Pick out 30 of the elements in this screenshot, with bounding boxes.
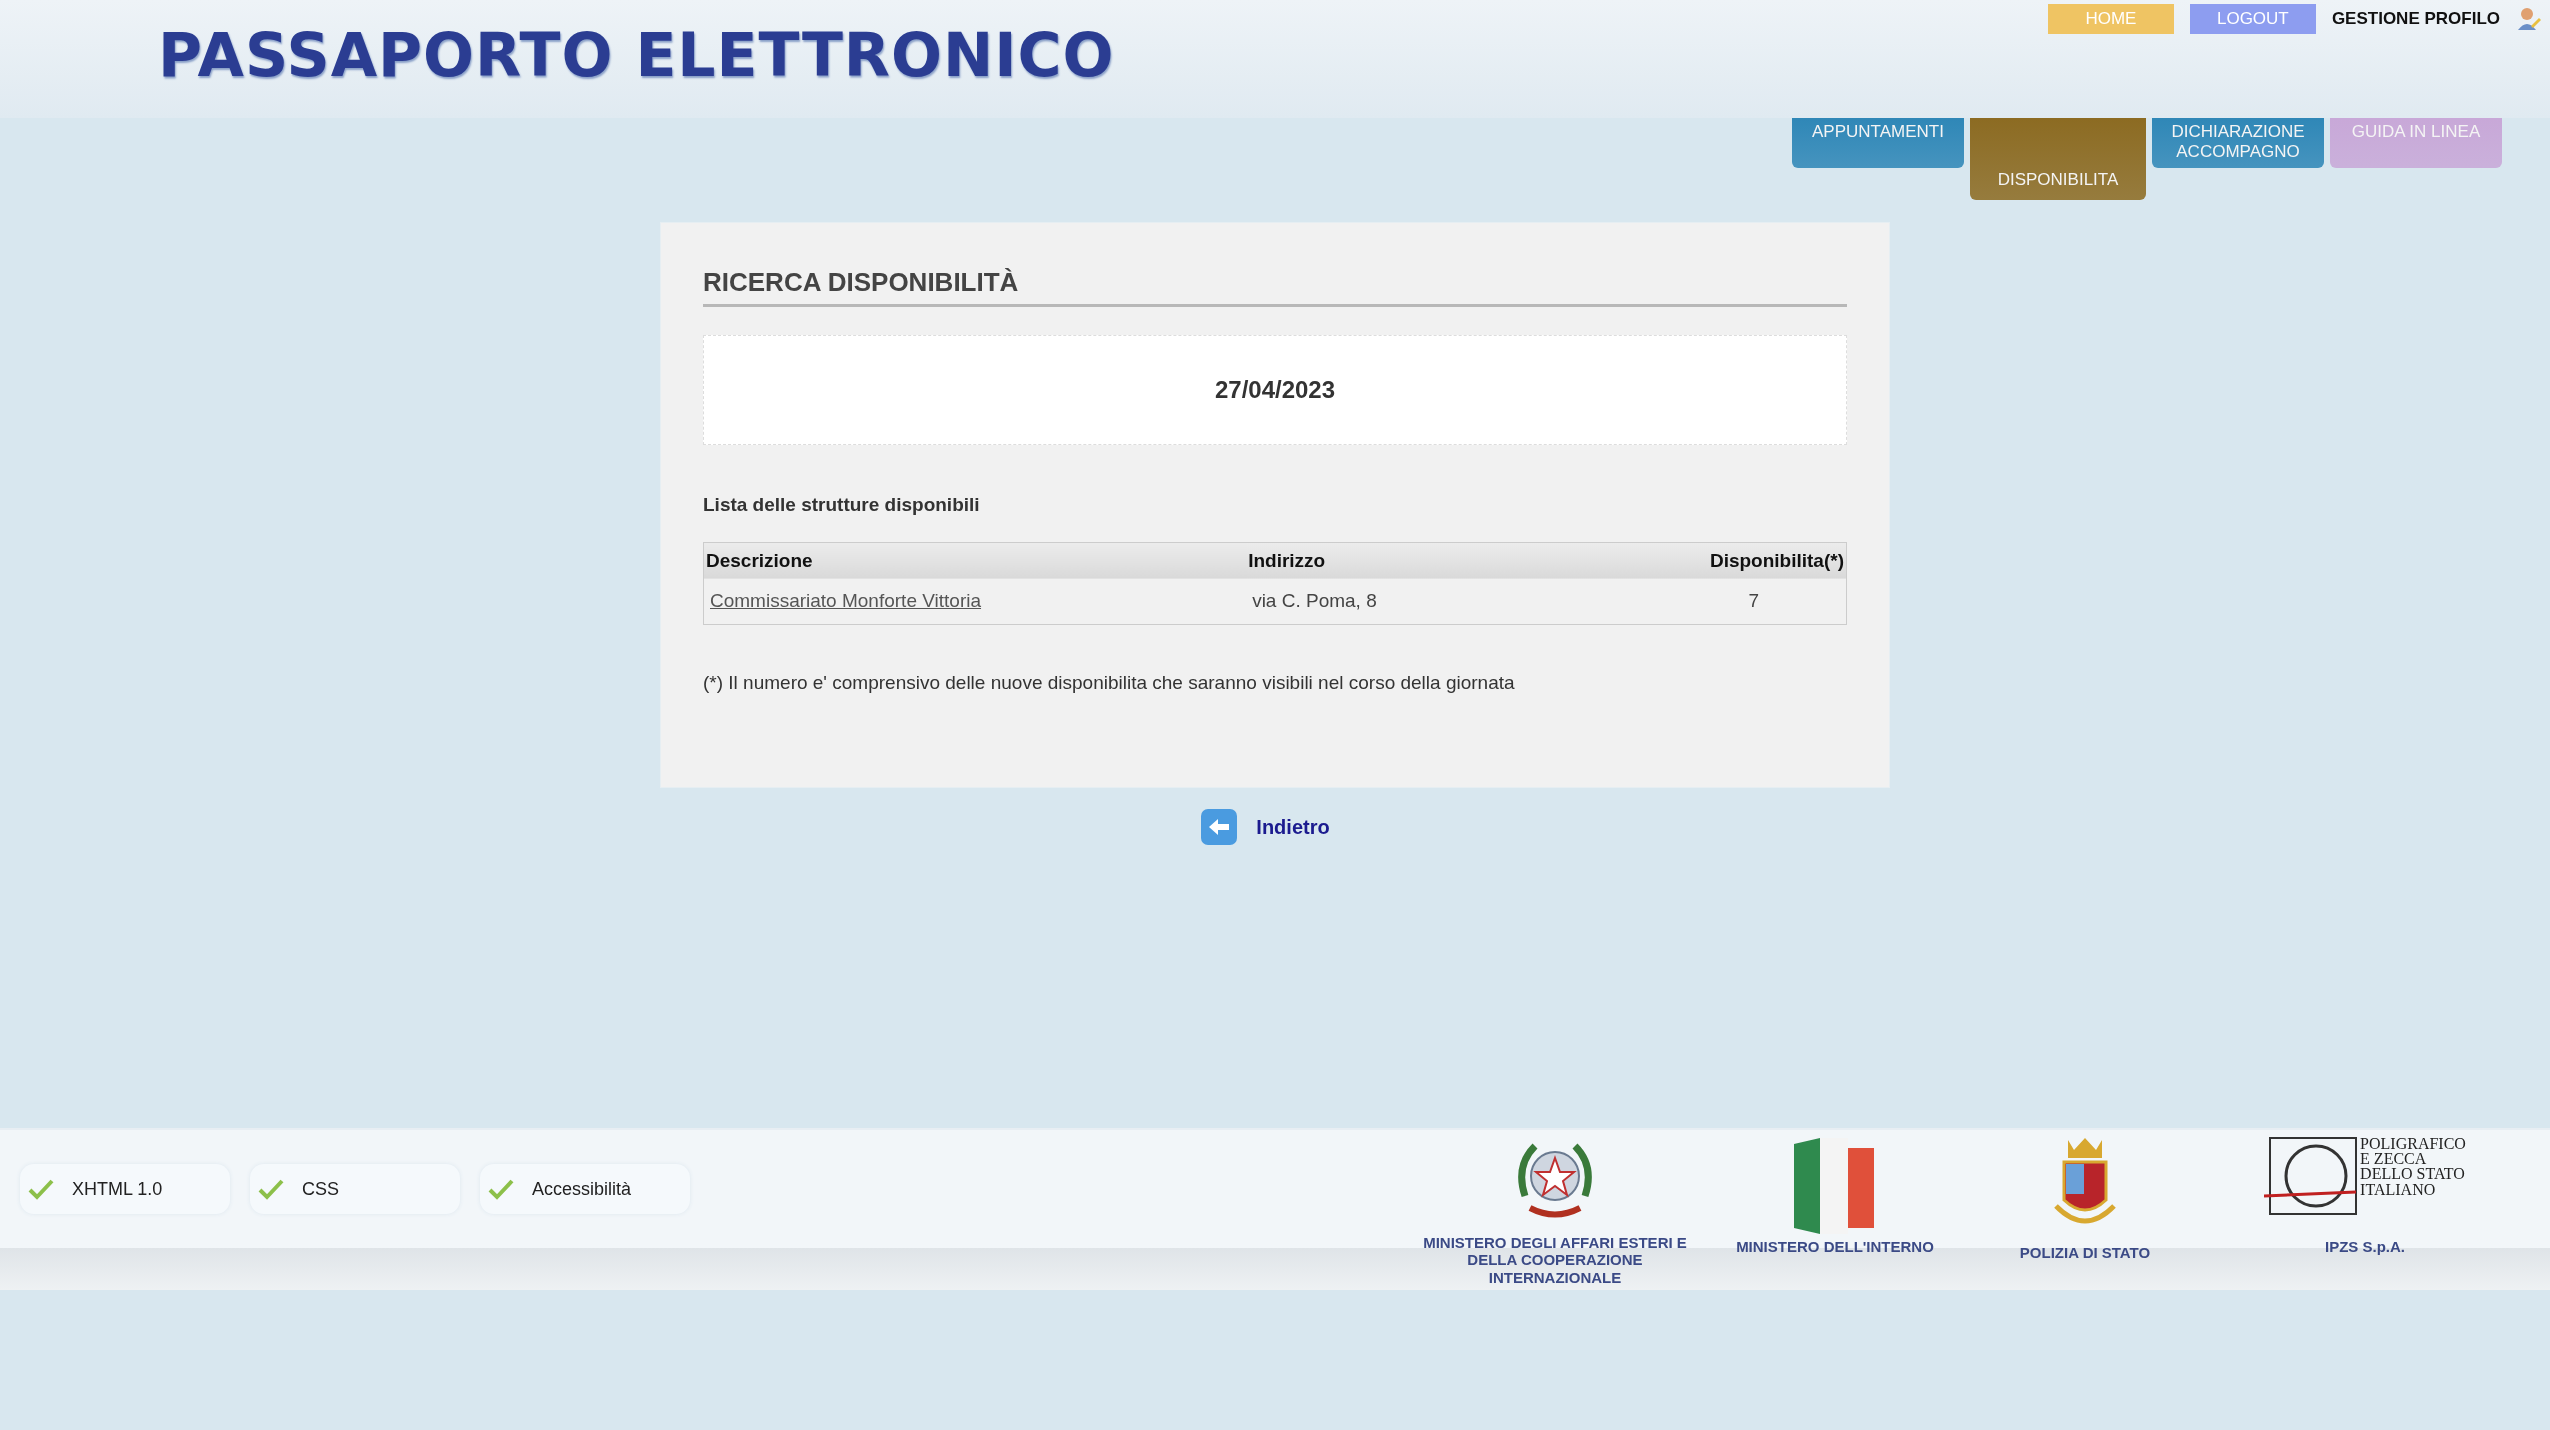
logo-caption: MINISTERO DELL'INTERNO xyxy=(1736,1238,1934,1256)
list-title: Lista delle strutture disponibili xyxy=(703,493,981,517)
column-header: Descrizione xyxy=(703,542,1247,579)
column-header: Disponibilita(*) xyxy=(1507,542,1847,579)
validation-badge: Accessibilità xyxy=(480,1164,690,1214)
facility-link[interactable]: Commissariato Monforte Vittoria xyxy=(710,590,982,611)
validation-badge: XHTML 1.0 xyxy=(20,1164,230,1214)
table-cell: via C. Poma, 8 xyxy=(1252,590,1377,611)
nav-tab[interactable]: DISPONIBILITA xyxy=(1970,118,2146,200)
profile-link[interactable]: GESTIONE PROFILO xyxy=(2331,6,2500,32)
panel-heading: RICERCA DISPONIBILITÀ xyxy=(703,263,1847,307)
check-icon xyxy=(258,1178,284,1200)
logo-caption: MINISTERO DEGLI AFFARI ESTERI E DELLA COOPERAZIONE INTERNAZIONALE xyxy=(1422,1234,1688,1286)
check-icon xyxy=(488,1178,514,1200)
site-title: PASSAPORTO ELETTRONICO xyxy=(157,19,1115,88)
nav-tab[interactable]: GUIDA IN LINEA xyxy=(2330,118,2502,168)
logo-caption: IPZS S.p.A. xyxy=(2325,1238,2405,1256)
back-link[interactable]: Indietro xyxy=(1256,812,1330,842)
nav-tab[interactable]: DICHIARAZIONE ACCOMPAGNO xyxy=(2152,118,2324,168)
logo-caption: POLIZIA DI STATO xyxy=(2019,1244,2151,1262)
nav-tab[interactable]: APPUNTAMENTI xyxy=(1792,118,1964,168)
logo-text: POLIGRAFICO E ZECCA DELLO STATO ITALIANO xyxy=(2360,1136,2466,1197)
nav-link-button[interactable]: LOGOUT xyxy=(2189,4,2316,34)
column-header: Indirizzo xyxy=(1246,542,1508,579)
table-cell: 7 xyxy=(1748,590,1760,611)
validation-badge: CSS xyxy=(250,1164,460,1214)
date-text: 27/04/2023 xyxy=(1214,375,1336,405)
footnote: (*) Il numero e' comprensivo delle nuove disponibilita che saranno visibili nel corso della giornata xyxy=(703,670,1516,695)
check-icon xyxy=(28,1178,54,1200)
user-edit-icon[interactable] xyxy=(2516,6,2542,32)
